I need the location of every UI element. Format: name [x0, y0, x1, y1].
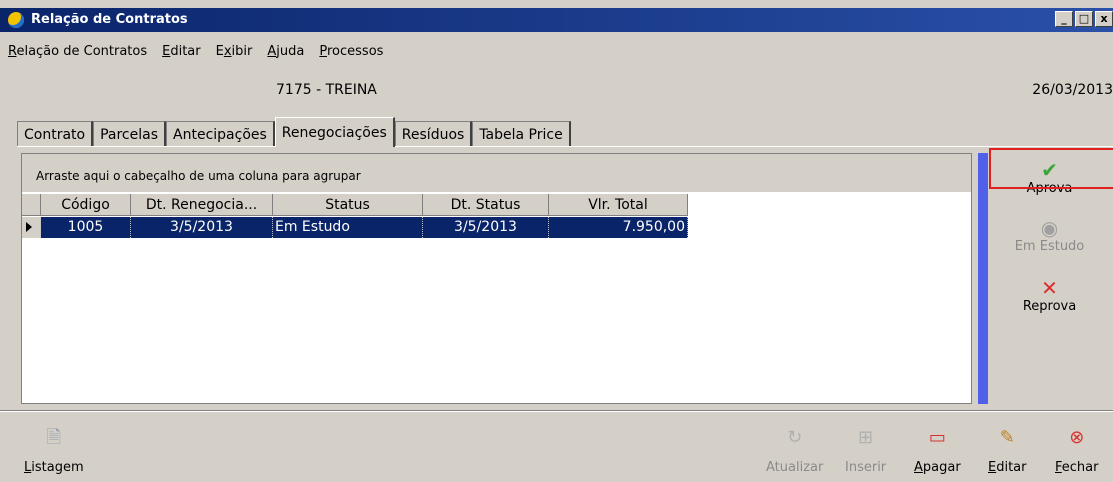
maximize-button[interactable]: □ [1075, 11, 1093, 27]
minimize-button[interactable]: _ [1055, 11, 1073, 27]
window-title: Relação de Contratos [31, 12, 188, 27]
bottom-toolbar: 🗎 Listagem ↻ Atualizar ⊞ Inserir ▭ Apaga… [0, 412, 1113, 482]
apagar-label: Apagar [914, 460, 961, 475]
column-header-dt-renegociacao[interactable]: Dt. Renegocia... [131, 194, 273, 216]
column-header-dt-status[interactable]: Dt. Status [423, 194, 549, 216]
app-icon [8, 12, 24, 28]
document-icon: 🗎 [46, 427, 62, 448]
em-estudo-button[interactable]: ◉ Em Estudo [988, 217, 1111, 254]
column-header-codigo[interactable]: Código [41, 194, 131, 216]
em-estudo-label: Em Estudo [1014, 239, 1085, 254]
insert-icon: ⊞ [858, 427, 874, 448]
reprova-button[interactable]: ✕ Reprova [988, 277, 1111, 314]
menu-exibir[interactable]: Exibir [209, 34, 261, 74]
menu-editar[interactable]: Editar [155, 34, 209, 74]
refresh-icon: ↻ [787, 427, 803, 448]
close-window-button[interactable]: x [1095, 11, 1113, 27]
cell-dt-renegociacao[interactable]: 3/5/2013 [131, 217, 273, 238]
cell-dt-status[interactable]: 3/5/2013 [423, 217, 549, 238]
fechar-label: Fechar [1055, 460, 1099, 475]
column-header-vlr-total[interactable]: Vlr. Total [549, 194, 688, 216]
tab-strip: Contrato Parcelas Antecipações Renegocia… [17, 117, 571, 147]
group-by-area[interactable]: Arraste aqui o cabeçalho de uma coluna p… [22, 154, 971, 192]
inserir-label: Inserir [845, 460, 887, 475]
tab-parcelas[interactable]: Parcelas [93, 121, 167, 147]
application-window: Relação de Contratos _ □ x Relação de Co… [0, 0, 1113, 482]
row-indicator-icon [22, 217, 41, 238]
eye-icon: ◉ [1040, 216, 1059, 240]
listagem-button[interactable]: 🗎 Listagem [24, 426, 84, 475]
editar-label: Editar [988, 460, 1027, 475]
title-bar[interactable]: Relação de Contratos _ □ x [0, 8, 1113, 32]
cell-codigo[interactable]: 1005 [41, 217, 131, 238]
date-label: 26/03/2013 [1032, 82, 1113, 98]
atualizar-label: Atualizar [766, 460, 824, 475]
highlight-box [989, 148, 1113, 189]
info-bar: 7175 - TREINA 26/03/2013 [0, 74, 1113, 106]
contract-label: 7175 - TREINA [276, 82, 377, 98]
splitter-bar[interactable] [978, 153, 988, 404]
listagem-label: Listagem [24, 460, 84, 475]
atualizar-button[interactable]: ↻ Atualizar [766, 426, 823, 475]
menu-ajuda[interactable]: Ajuda [260, 34, 312, 74]
inserir-button[interactable]: ⊞ Inserir [845, 426, 886, 475]
table-row[interactable]: 1005 3/5/2013 Em Estudo 3/5/2013 7.950,0… [22, 217, 688, 239]
editar-button[interactable]: ✎ Editar [988, 426, 1027, 475]
group-hint-text: Arraste aqui o cabeçalho de uma coluna p… [36, 169, 361, 183]
tab-antecipacoes[interactable]: Antecipações [166, 121, 275, 147]
tab-tabela-price[interactable]: Tabela Price [472, 121, 571, 147]
menu-bar: Relação de Contratos Editar Exibir Ajuda… [0, 34, 1113, 74]
header-indicator [22, 194, 41, 216]
apagar-button[interactable]: ▭ Apagar [914, 426, 961, 475]
reprova-label: Reprova [1022, 299, 1077, 314]
delete-page-icon: ▭ [928, 427, 946, 448]
close-icon: ⊗ [1069, 427, 1085, 448]
renegotiation-grid[interactable]: Arraste aqui o cabeçalho de uma coluna p… [21, 153, 972, 404]
edit-icon: ✎ [999, 427, 1015, 448]
action-panel: ✔ Aprova ◉ Em Estudo ✕ Reprova [988, 153, 1113, 404]
window-controls: _ □ x [1055, 11, 1113, 27]
cell-status[interactable]: Em Estudo [273, 217, 423, 238]
tab-contrato[interactable]: Contrato [17, 121, 94, 147]
menu-relacao-contratos[interactable]: Relação de Contratos [0, 34, 155, 74]
menu-processos[interactable]: Processos [312, 34, 391, 74]
x-mark-icon: ✕ [1041, 276, 1058, 300]
grid-header: Código Dt. Renegocia... Status Dt. Statu… [22, 194, 688, 216]
tab-renegociacoes[interactable]: Renegociações [274, 117, 395, 147]
fechar-button[interactable]: ⊗ Fechar [1055, 426, 1098, 475]
column-header-status[interactable]: Status [273, 194, 423, 216]
cell-vlr-total[interactable]: 7.950,00 [549, 217, 688, 238]
tab-residuos[interactable]: Resíduos [394, 121, 473, 147]
